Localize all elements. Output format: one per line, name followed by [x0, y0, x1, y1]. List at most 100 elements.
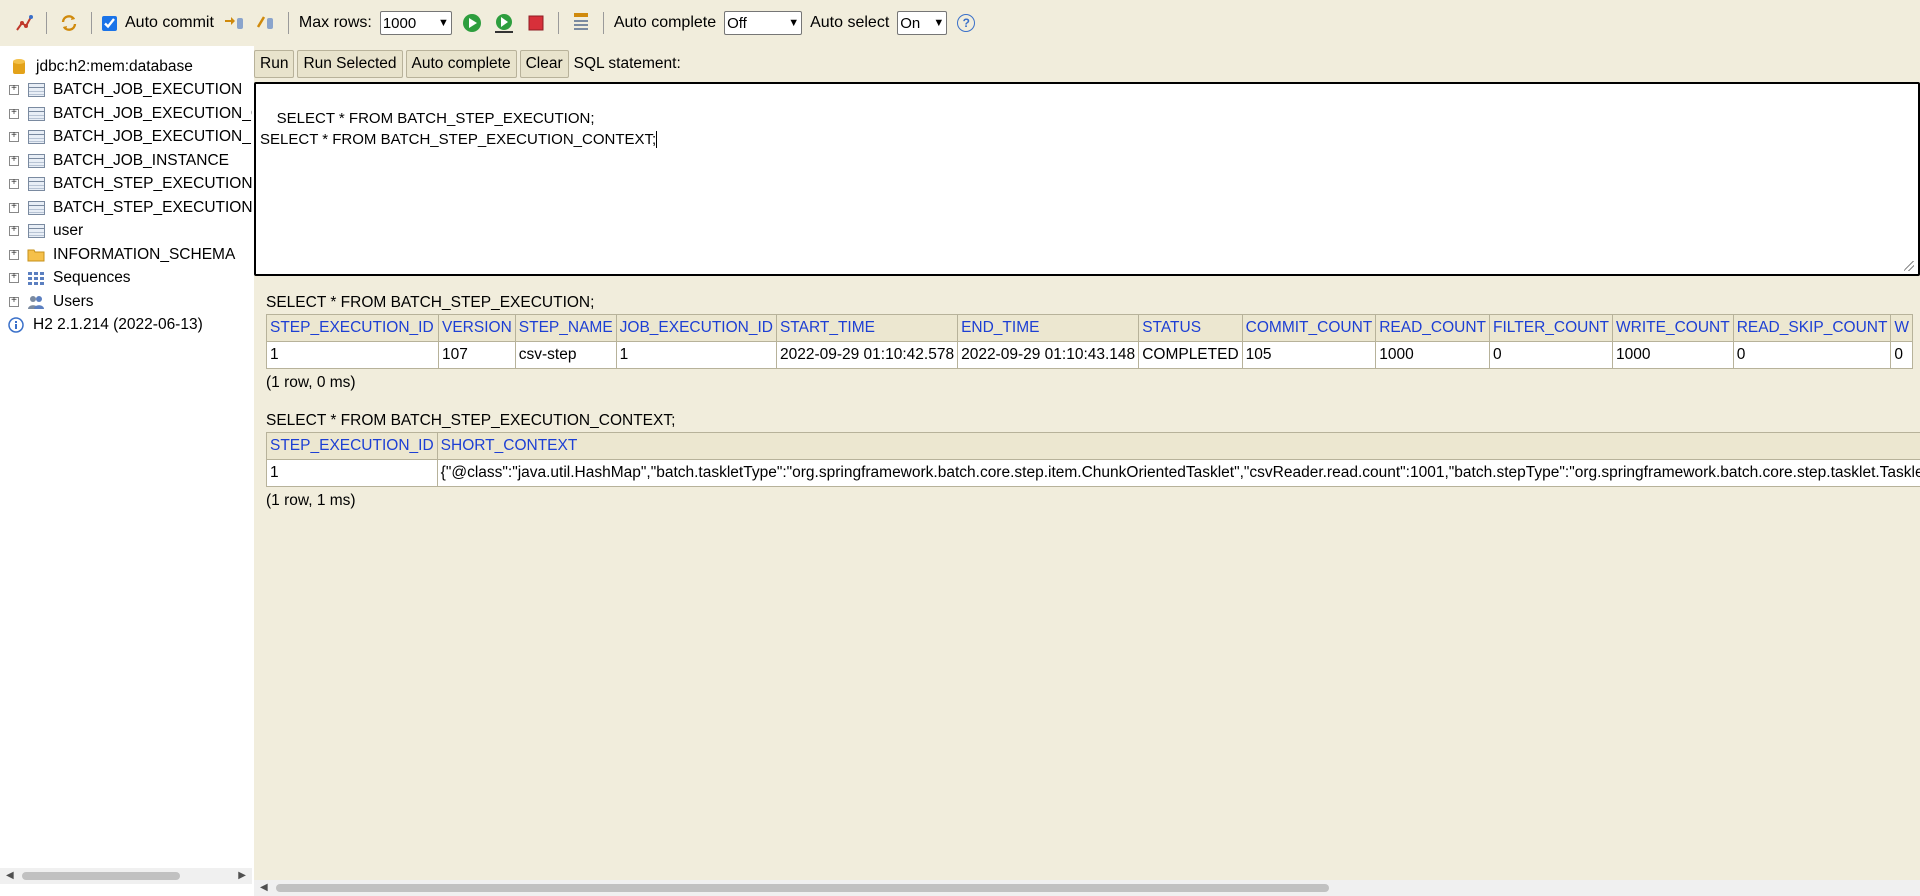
column-header[interactable]: WRITE_COUNT — [1612, 314, 1734, 342]
rollback-icon[interactable] — [253, 10, 279, 36]
info-icon — [7, 317, 25, 333]
tree-item-label: BATCH_STEP_EXECUTION_ — [53, 198, 252, 216]
scrollbar-thumb[interactable] — [276, 884, 1329, 892]
tree-item-users[interactable]: + Users — [0, 290, 252, 314]
table-cell: 105 — [1241, 341, 1377, 369]
table-row: 1 {"@class":"java.util.HashMap","batch.t… — [266, 459, 1920, 487]
scroll-left-icon[interactable]: ◀ — [260, 882, 268, 893]
table-icon — [27, 176, 45, 192]
table-cell: 0 — [1732, 341, 1892, 369]
table-icon — [27, 82, 45, 98]
scroll-right-icon[interactable]: ▶ — [238, 870, 246, 881]
expand-icon[interactable]: + — [9, 296, 19, 307]
run-selected-button[interactable]: Run Selected — [297, 50, 403, 78]
table-cell: 2022-09-29 01:10:43.148 — [957, 341, 1140, 369]
tree-item-sequences[interactable]: + Sequences — [0, 267, 252, 291]
tree-item-batch-step-execution[interactable]: + BATCH_STEP_EXECUTION — [0, 173, 252, 197]
tree-item-information-schema[interactable]: + INFORMATION_SCHEMA — [0, 243, 252, 267]
resize-handle[interactable] — [1904, 261, 1914, 271]
sql-statement-label: SQL statement: — [573, 55, 681, 72]
column-header[interactable]: W — [1890, 314, 1914, 342]
expand-icon[interactable]: + — [9, 202, 19, 213]
scrollbar-thumb[interactable] — [22, 872, 180, 880]
column-header[interactable]: START_TIME — [775, 314, 959, 342]
expand-icon[interactable]: + — [9, 132, 19, 143]
auto-commit-checkbox[interactable] — [102, 15, 117, 31]
table-icon — [27, 200, 45, 216]
column-header[interactable]: READ_COUNT — [1375, 314, 1491, 342]
run-icon[interactable] — [459, 10, 485, 36]
auto-complete-select[interactable]: Off ▼ — [724, 11, 803, 35]
column-header[interactable]: VERSION — [438, 314, 516, 342]
table-cell: 2022-09-29 01:10:42.578 — [775, 341, 959, 369]
table-cell: 1 — [615, 341, 777, 369]
sidebar-horizontal-scrollbar[interactable]: ◀ ▶ — [0, 868, 252, 884]
result-set-2: SELECT * FROM BATCH_STEP_EXECUTION_CONTE… — [266, 412, 1920, 510]
tree-item-label: BATCH_JOB_INSTANCE — [53, 151, 229, 169]
result-statement: SELECT * FROM BATCH_STEP_EXECUTION_CONTE… — [266, 412, 676, 429]
connection-node[interactable]: jdbc:h2:mem:database — [0, 55, 252, 79]
tree-item-batch-job-execution-params[interactable]: + BATCH_JOB_EXECUTION_F — [0, 126, 252, 150]
schema-tree: jdbc:h2:mem:database + BATCH_JOB_EXECUTI… — [0, 46, 252, 884]
column-header[interactable]: STEP_NAME — [514, 314, 617, 342]
expand-icon[interactable]: + — [9, 179, 19, 190]
tree-item-batch-job-execution-context[interactable]: + BATCH_JOB_EXECUTION_C — [0, 102, 252, 126]
sql-editor[interactable]: SELECT * FROM BATCH_STEP_EXECUTION; SELE… — [254, 82, 1920, 276]
tree-item-label: BATCH_JOB_EXECUTION_F — [53, 128, 252, 146]
table-icon — [27, 153, 45, 169]
column-header[interactable]: SHORT_CONTEXT — [436, 432, 1920, 460]
column-header[interactable]: STEP_EXECUTION_ID — [266, 432, 438, 460]
column-header[interactable]: STEP_EXECUTION_ID — [266, 314, 439, 342]
column-header[interactable]: STATUS — [1138, 314, 1243, 342]
commit-icon[interactable] — [221, 10, 247, 36]
expand-icon[interactable]: + — [9, 273, 19, 284]
column-header[interactable]: FILTER_COUNT — [1489, 314, 1614, 342]
auto-commit-label: Auto commit — [125, 14, 214, 31]
users-icon — [27, 294, 45, 310]
auto-select-select[interactable]: On ▼ — [897, 11, 948, 35]
expand-icon[interactable]: + — [9, 226, 19, 237]
toolbar-separator — [557, 12, 559, 34]
table-cell: 1000 — [1612, 341, 1734, 369]
auto-select-label: Auto select — [810, 14, 890, 31]
table-cell: COMPLETED — [1138, 341, 1243, 369]
result-table: STEP_EXECUTION_ID SHORT_CONTEXT 1 {"@cla… — [266, 432, 1920, 487]
result-statement: SELECT * FROM BATCH_STEP_EXECUTION; — [266, 294, 595, 311]
column-header[interactable]: END_TIME — [957, 314, 1140, 342]
tree-item-batch-step-execution-context[interactable]: + BATCH_STEP_EXECUTION_ — [0, 196, 252, 220]
history-icon[interactable] — [568, 10, 594, 36]
refresh-icon[interactable] — [56, 10, 82, 36]
table-cell: 1 — [266, 341, 439, 369]
run-selected-icon[interactable] — [491, 10, 517, 36]
tree-item-batch-job-instance[interactable]: + BATCH_JOB_INSTANCE — [0, 149, 252, 173]
help-icon[interactable]: ? — [957, 14, 976, 32]
text-cursor — [656, 131, 658, 148]
expand-icon[interactable]: + — [9, 249, 19, 260]
auto-complete-button[interactable]: Auto complete — [405, 50, 517, 78]
column-header[interactable]: COMMIT_COUNT — [1241, 314, 1377, 342]
table-icon — [27, 223, 45, 239]
tree-item-batch-job-execution[interactable]: + BATCH_JOB_EXECUTION — [0, 79, 252, 103]
results-horizontal-scrollbar[interactable]: ◀ — [254, 880, 1920, 896]
sequences-icon — [27, 270, 45, 286]
column-header[interactable]: JOB_EXECUTION_ID — [615, 314, 777, 342]
toolbar-separator — [46, 12, 47, 34]
result-summary: (1 row, 1 ms) — [266, 492, 356, 509]
column-header[interactable]: READ_SKIP_COUNT — [1732, 314, 1892, 342]
auto-complete-label: Auto complete — [613, 14, 717, 31]
clear-button[interactable]: Clear — [519, 50, 569, 78]
tree-item-user[interactable]: + user — [0, 220, 252, 244]
expand-icon[interactable]: + — [9, 155, 19, 166]
chevron-down-icon: ▼ — [788, 17, 800, 29]
max-rows-select[interactable]: 1000 ▼ — [379, 11, 452, 35]
chevron-down-icon: ▼ — [437, 17, 449, 29]
expand-icon[interactable]: + — [9, 85, 19, 96]
stop-icon[interactable] — [523, 10, 549, 36]
scroll-left-icon[interactable]: ◀ — [6, 870, 14, 881]
run-button[interactable]: Run — [254, 50, 295, 78]
disconnect-icon[interactable] — [11, 10, 37, 36]
table-cell: 1000 — [1375, 341, 1491, 369]
toolbar-separator — [91, 12, 92, 34]
query-button-row: Run Run Selected Auto complete Clear SQL… — [254, 50, 681, 78]
expand-icon[interactable]: + — [9, 108, 19, 119]
